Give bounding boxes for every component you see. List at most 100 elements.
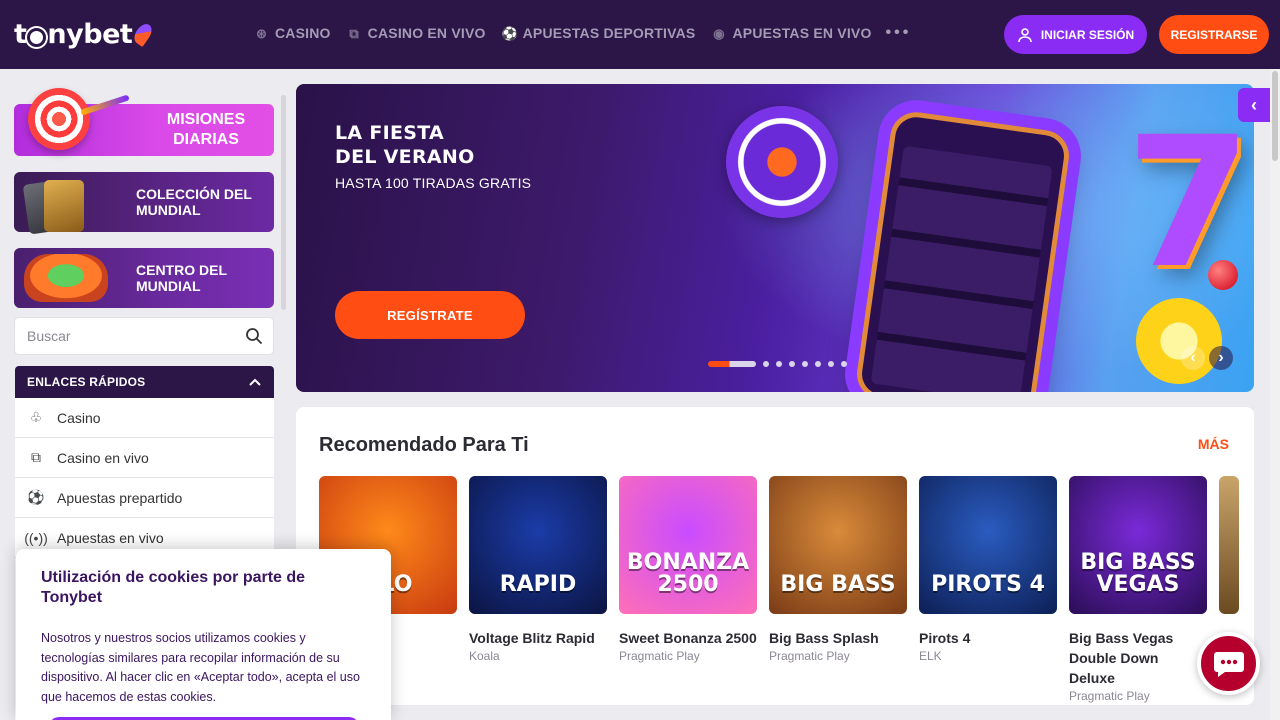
game-title[interactable]: Voltage Blitz Rapid — [469, 628, 607, 648]
pool-float-ring-art — [726, 106, 838, 218]
top-header: t nybet ⊛ CASINO ⧉ CASINO EN VIVO ⚽ APUES… — [0, 0, 1280, 69]
carousel-dots — [708, 361, 847, 367]
login-button[interactable]: INICIAR SESIÓN — [1004, 15, 1147, 54]
collapse-panel-button[interactable]: ‹ — [1238, 88, 1270, 122]
banner-register-button[interactable]: REGÍSTRATE — [335, 291, 525, 339]
live-bet-icon: ◉ — [713, 25, 725, 41]
chat-bubble-icon — [1213, 651, 1244, 677]
carousel-dot[interactable] — [763, 361, 769, 367]
promo-line: MUNDIAL — [136, 278, 201, 294]
carousel-dot[interactable] — [828, 361, 834, 367]
tonybet-logo[interactable]: t nybet — [14, 18, 156, 50]
game-provider: Pragmatic Play — [619, 649, 700, 663]
nav-live-casino-label: CASINO EN VIVO — [367, 25, 486, 41]
more-menu-icon[interactable]: ••• — [886, 24, 912, 42]
game-logo-art: BIG BASS VEGAS — [1080, 550, 1196, 597]
promo-center-label: CENTRO DEL MUNDIAL — [136, 262, 227, 294]
sidebar-scrollbar[interactable] — [281, 95, 286, 310]
carousel-dot[interactable] — [708, 361, 756, 367]
carousel-dot[interactable] — [776, 361, 782, 367]
recommended-title: Recomendado Para Ti — [319, 434, 529, 456]
game-thumbnail[interactable]: RAPID — [469, 476, 607, 614]
game-title[interactable]: Pirots 4 — [919, 628, 1057, 648]
register-button[interactable]: REGISTRARSE — [1159, 15, 1269, 54]
game-thumbnail[interactable]: PIROTS 4 — [919, 476, 1057, 614]
game-logo-art: BIG BASS — [780, 572, 896, 597]
nav-live-bets-label: APUESTAS EN VIVO — [732, 25, 872, 41]
nav-live-bets[interactable]: ◉ APUESTAS EN VIVO — [711, 25, 871, 41]
recommended-section: Recomendado Para Ti MÁS ALOs BuffaloRAPI… — [296, 407, 1254, 705]
target-icon — [28, 88, 90, 150]
lemon-art — [1136, 298, 1222, 384]
carousel-dot[interactable] — [815, 361, 821, 367]
promo-world-cup-center[interactable]: CENTRO DEL MUNDIAL — [14, 248, 274, 308]
game-thumbnail[interactable]: BIG BASS — [769, 476, 907, 614]
game-card[interactable]: BIG BASS VEGAS Big Bass Vegas Double Down… — [1069, 476, 1207, 703]
carousel-next-button[interactable]: › — [1209, 346, 1233, 370]
user-icon — [1018, 27, 1032, 42]
collectible-cards-icon — [20, 178, 90, 235]
page-scrollbar[interactable] — [1270, 69, 1280, 720]
banner-subtitle: HASTA 100 TIRADAS GRATIS — [335, 175, 532, 191]
recommended-more-link[interactable]: MÁS — [1198, 436, 1229, 452]
game-provider: ELK — [919, 649, 942, 663]
promo-line: DIARIAS — [173, 131, 239, 148]
game-card[interactable]: RAPID Voltage Blitz Rapid Koala — [469, 476, 607, 703]
quick-link-prematch[interactable]: ⚽ Apuestas prepartido — [15, 478, 274, 518]
game-title[interactable]: Big Bass Vegas Double Down Deluxe — [1069, 628, 1207, 688]
quick-link-live-casino[interactable]: ⧉ Casino en vivo — [15, 438, 274, 478]
game-thumbnail[interactable]: BIG BASS VEGAS — [1069, 476, 1207, 614]
carousel-dot[interactable] — [802, 361, 808, 367]
carousel-dot[interactable] — [841, 361, 847, 367]
promo-daily-missions[interactable]: MISIONES DIARIAS — [14, 88, 274, 156]
register-label: REGISTRARSE — [1170, 27, 1258, 42]
hero-banner[interactable]: 7 LA FIESTA DEL VERANO HASTA 100 TIRADAS… — [296, 84, 1254, 392]
game-card[interactable]: BONANZA 2500 Sweet Bonanza 2500 Pragmatic … — [619, 476, 757, 703]
promo-line: MISIONES — [166, 111, 246, 128]
game-thumbnail[interactable]: BONANZA 2500 — [619, 476, 757, 614]
game-provider: Koala — [469, 649, 500, 663]
nav-live-casino[interactable]: ⧉ CASINO EN VIVO — [347, 25, 486, 41]
promo-collection-label: COLECCIÓN DEL MUNDIAL — [136, 186, 252, 218]
promo-daily-missions-label: MISIONES DIARIAS — [164, 110, 248, 150]
search-input[interactable] — [15, 318, 235, 354]
quick-link-casino[interactable]: ♧ Casino — [15, 398, 274, 438]
chat-button[interactable] — [1197, 632, 1260, 695]
game-card[interactable]: BIG BASS Big Bass Splash Pragmatic Play — [769, 476, 907, 703]
game-logo-art: RAPID — [499, 572, 577, 597]
promo-line: CENTRO DEL — [136, 262, 227, 278]
game-logo-art: BONANZA 2500 — [626, 550, 750, 597]
nav-casino[interactable]: ⊛ CASINO — [254, 25, 331, 41]
game-card[interactable]: PIROTS 4 Pirots 4 ELK — [919, 476, 1057, 703]
quick-link-label: Apuestas prepartido — [57, 489, 183, 506]
cookie-consent-dialog: Utilización de cookies por parte de Tony… — [16, 549, 391, 720]
quick-links-title: ENLACES RÁPIDOS — [27, 375, 146, 389]
cherry-art — [1208, 260, 1238, 290]
promo-line: COLECCIÓN DEL — [136, 186, 252, 202]
quick-links-header[interactable]: ENLACES RÁPIDOS — [15, 366, 274, 398]
live-cards-icon: ⧉ — [349, 25, 359, 41]
game-title[interactable]: Big Bass Splash — [769, 628, 907, 648]
banner-title: LA FIESTA DEL VERANO — [335, 121, 475, 169]
carousel-prev-button[interactable]: ‹ — [1181, 346, 1205, 370]
soccer-ball-logo-icon — [27, 27, 47, 47]
quick-link-label: Casino en vivo — [57, 449, 149, 466]
page-scrollbar-thumb[interactable] — [1272, 71, 1278, 161]
rocket-logo-icon — [131, 20, 156, 48]
quick-link-label: Apuestas en vivo — [57, 529, 164, 546]
nav-sports[interactable]: ⚽ APUESTAS DEPORTIVAS — [502, 25, 696, 41]
stadium-icon — [24, 254, 108, 302]
chevron-up-icon[interactable] — [248, 377, 262, 387]
cookie-text: Nosotros y nuestros socios utilizamos co… — [41, 631, 360, 704]
chevron-left-icon: ‹ — [1251, 94, 1257, 115]
game-title[interactable]: Sweet Bonanza 2500 — [619, 628, 757, 648]
game-carousel: ALOs BuffaloRAPIDVoltage Blitz RapidKoal… — [319, 476, 1239, 703]
search-icon[interactable] — [245, 327, 263, 345]
game-thumbnail[interactable] — [1219, 476, 1239, 614]
main-nav: ⊛ CASINO ⧉ CASINO EN VIVO ⚽ APUESTAS DEP… — [254, 24, 911, 42]
cherry-icon: ♧ — [29, 409, 43, 425]
carousel-dot[interactable] — [789, 361, 795, 367]
promo-world-cup-collection[interactable]: COLECCIÓN DEL MUNDIAL — [14, 172, 274, 235]
login-label: INICIAR SESIÓN — [1040, 27, 1135, 42]
promo-line: MUNDIAL — [136, 202, 201, 218]
